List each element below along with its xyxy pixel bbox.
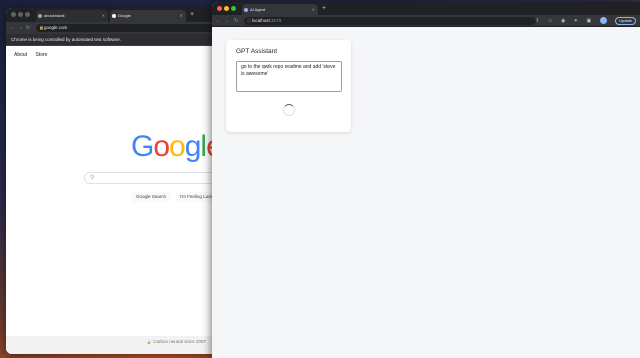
new-tab-button[interactable]: + — [322, 4, 326, 14]
close-window-button[interactable] — [217, 6, 222, 11]
close-tab-icon[interactable]: ✕ — [180, 10, 183, 22]
bookmark-star-icon[interactable]: ☆ — [548, 17, 552, 25]
app-icon — [244, 8, 248, 12]
tab-title: AI Agent — [250, 7, 266, 12]
reload-icon[interactable]: ↻ — [26, 24, 30, 32]
assistant-card: GPT Assistant go to the qwik repo readme… — [226, 40, 351, 132]
google-icon — [112, 14, 116, 18]
google-homepage: About Store Google ⚲ Google Search I'm F… — [6, 46, 216, 354]
about-link[interactable]: About — [14, 52, 27, 58]
tab-title: Google — [118, 13, 131, 18]
close-tab-icon[interactable]: ✕ — [102, 10, 105, 22]
feeling-lucky-button[interactable]: I'm Feeling Lucky — [176, 192, 216, 202]
maximize-window-button[interactable] — [25, 12, 30, 17]
update-button[interactable]: Update — [615, 17, 636, 25]
google-search-button[interactable]: Google Search — [132, 192, 171, 202]
forward-icon[interactable]: → — [224, 17, 229, 25]
google-logo: Google — [131, 130, 216, 163]
left-browser-window: about:blank ✕ Google ✕ + ← → ↻ 🔒 google.… — [6, 8, 216, 354]
prompt-input[interactable]: go to the qwik repo readme and add 'stev… — [236, 61, 342, 92]
address-host: localhost — [252, 18, 270, 23]
address-text: google.com — [44, 25, 68, 30]
store-link[interactable]: Store — [35, 52, 47, 58]
back-icon[interactable]: ← — [10, 24, 15, 32]
tab-google[interactable]: Google ✕ — [110, 10, 186, 22]
address-bar[interactable]: 🔒 google.com — [36, 24, 214, 32]
leaf-icon: 🍃 — [146, 339, 152, 344]
right-browser-window: AI Agent ✕ + ← → ↻ ⓘ localhost:3173 ⇪ ☆ … — [212, 2, 640, 358]
right-tab-bar: AI Agent ✕ + — [212, 2, 640, 16]
close-window-button[interactable] — [11, 12, 16, 17]
lock-icon: 🔒 — [39, 25, 44, 30]
page-title: GPT Assistant — [236, 48, 278, 55]
toolbar-actions: ⇪ ☆ ◉ ✦ ▣ Update — [531, 17, 636, 25]
tab-about-blank[interactable]: about:blank ✕ — [36, 10, 108, 22]
back-icon[interactable]: ← — [216, 17, 221, 25]
minimize-window-button[interactable] — [224, 6, 229, 11]
info-icon: ⓘ — [247, 18, 251, 23]
share-icon[interactable]: ⇪ — [535, 17, 539, 25]
new-tab-button[interactable]: + — [190, 10, 194, 20]
loading-spinner-icon — [283, 104, 295, 116]
sidebar-icon[interactable]: ▣ — [586, 17, 591, 25]
carbon-neutral-text: Carbon neutral since 2007 — [153, 339, 206, 344]
google-top-nav: About Store — [14, 52, 54, 58]
address-port: :3173 — [269, 18, 282, 23]
reload-icon[interactable]: ↻ — [234, 17, 238, 25]
avatar[interactable] — [599, 17, 607, 24]
left-toolbar: ← → ↻ 🔒 google.com — [6, 22, 216, 34]
right-toolbar: ← → ↻ ⓘ localhost:3173 ⇪ ☆ ◉ ✦ ▣ Update — [212, 15, 640, 27]
puzzle-icon[interactable]: ✦ — [574, 17, 578, 25]
tab-title: about:blank — [44, 13, 65, 18]
minimize-window-button[interactable] — [18, 12, 23, 17]
address-bar[interactable]: ⓘ localhost:3173 — [244, 17, 536, 25]
automation-infobar: Chrome is being controlled by automated … — [6, 34, 216, 46]
google-footer: 🍃 Carbon neutral since 2007 — [6, 336, 216, 354]
globe-icon — [38, 14, 42, 18]
maximize-window-button[interactable] — [231, 6, 236, 11]
forward-icon[interactable]: → — [18, 24, 23, 32]
extension-icon[interactable]: ◉ — [561, 17, 565, 25]
google-search-input[interactable]: ⚲ — [84, 172, 216, 184]
left-tab-bar: about:blank ✕ Google ✕ + — [6, 8, 216, 22]
search-icon: ⚲ — [90, 175, 95, 181]
